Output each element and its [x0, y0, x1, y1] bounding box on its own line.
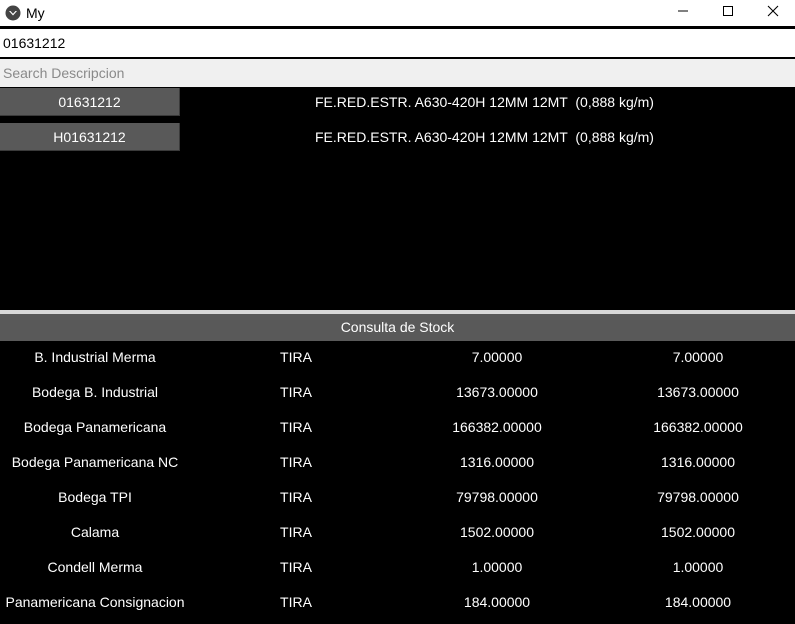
stock-unit: TIRA [280, 349, 312, 365]
results-list: 01631212 FE.RED.ESTR. A630-420H 12MM 12M… [0, 87, 795, 157]
stock-row: Bodega TPI TIRA 79798.00000 79798.00000 [0, 481, 795, 516]
result-description: FE.RED.ESTR. A630-420H 12MM 12MT (0,888 … [315, 129, 654, 145]
stock-quantity: 1.00000 [471, 559, 523, 575]
close-icon [767, 4, 779, 22]
result-row: 01631212 FE.RED.ESTR. A630-420H 12MM 12M… [0, 87, 795, 122]
stock-row: Condell Merma TIRA 1.00000 1.00000 [0, 551, 795, 586]
maximize-icon [722, 4, 734, 22]
stock-bodega: Bodega TPI [58, 489, 132, 505]
result-row: H01631212 FE.RED.ESTR. A630-420H 12MM 12… [0, 122, 795, 157]
stock-row: Bodega Panamericana NC TIRA 1316.00000 1… [0, 446, 795, 481]
stock-quantity: 13673.00000 [456, 384, 538, 400]
minimize-icon [677, 4, 689, 22]
stock-unit: TIRA [280, 454, 312, 470]
stock-quantity: 166382.00000 [452, 419, 542, 435]
stock-quantity: 1316.00000 [460, 454, 534, 470]
stock-table: B. Industrial Merma TIRA 7.00000 7.00000… [0, 341, 795, 621]
title-bar[interactable]: My [0, 0, 795, 26]
stock-bodega: Bodega Panamericana NC [11, 454, 179, 470]
code-input[interactable] [0, 29, 795, 57]
stock-unit: TIRA [280, 419, 312, 435]
search-input-container [0, 59, 795, 87]
stock-quantity: 184.00000 [463, 594, 531, 610]
stock-row: Calama TIRA 1502.00000 1502.00000 [0, 516, 795, 551]
stock-available: 1.00000 [672, 559, 724, 575]
result-code-button[interactable]: H01631212 [0, 123, 180, 151]
stock-row: Bodega B. Industrial TIRA 13673.00000 13… [0, 376, 795, 411]
stock-unit: TIRA [280, 489, 312, 505]
window-title: My [26, 5, 45, 21]
app-window: My 01631212 FE.RED.ESTR. A630-420H 12MM … [0, 0, 795, 624]
app-logo-icon [5, 5, 21, 21]
stock-unit: TIRA [280, 594, 312, 610]
search-description-input[interactable] [0, 59, 795, 87]
stock-bodega: Bodega B. Industrial [31, 384, 159, 400]
result-description: FE.RED.ESTR. A630-420H 12MM 12MT (0,888 … [315, 94, 654, 110]
stock-available: 7.00000 [672, 349, 724, 365]
stock-bodega: Calama [70, 524, 120, 540]
stock-bodega: Bodega Panamericana [23, 419, 167, 435]
close-button[interactable] [750, 0, 795, 26]
stock-row: B. Industrial Merma TIRA 7.00000 7.00000 [0, 341, 795, 376]
stock-quantity: 1502.00000 [460, 524, 534, 540]
stock-available: 184.00000 [664, 594, 732, 610]
stock-available: 166382.00000 [653, 419, 743, 435]
stock-unit: TIRA [280, 524, 312, 540]
stock-unit: TIRA [280, 384, 312, 400]
code-input-container [0, 29, 795, 58]
stock-quantity: 7.00000 [471, 349, 523, 365]
stock-header: Consulta de Stock [0, 314, 795, 341]
stock-available: 1316.00000 [661, 454, 735, 470]
stock-unit: TIRA [280, 559, 312, 575]
stock-row: Bodega Panamericana TIRA 166382.00000 16… [0, 411, 795, 446]
stock-available: 79798.00000 [657, 489, 739, 505]
stock-available: 1502.00000 [661, 524, 735, 540]
stock-bodega: Panamericana Consignacion [5, 594, 185, 610]
minimize-button[interactable] [660, 0, 705, 26]
result-code-button[interactable]: 01631212 [0, 88, 180, 116]
stock-available: 13673.00000 [657, 384, 739, 400]
stock-quantity: 79798.00000 [456, 489, 538, 505]
maximize-button[interactable] [705, 0, 750, 26]
stock-row: Panamericana Consignacion TIRA 184.00000… [0, 586, 795, 621]
stock-bodega: Condell Merma [47, 559, 143, 575]
stock-bodega: B. Industrial Merma [34, 349, 156, 365]
